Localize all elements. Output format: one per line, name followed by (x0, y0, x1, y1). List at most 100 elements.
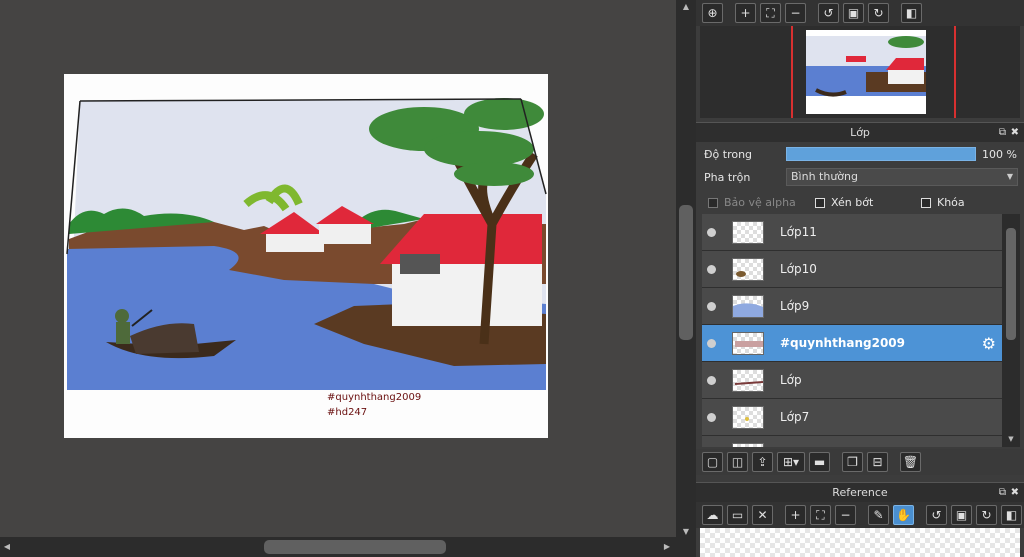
blend-mode-select[interactable]: Bình thường ▼ (786, 168, 1018, 186)
visibility-toggle-icon[interactable] (707, 376, 716, 385)
layer-thumbnail (732, 221, 764, 244)
trash-icon[interactable]: 🗑 (900, 452, 921, 472)
reset-view-icon[interactable]: ▣ (843, 3, 864, 23)
blend-mode-label: Pha trộn (704, 171, 751, 184)
gear-icon[interactable]: ⚙ (982, 334, 996, 353)
reference-view[interactable] (700, 528, 1020, 557)
zoom-out-icon[interactable]: − (785, 3, 806, 23)
protect-alpha-checkbox[interactable]: Bảo vệ alpha (708, 196, 796, 209)
rotate-right-icon[interactable]: ↻ (976, 505, 997, 525)
checkbox-box (921, 197, 931, 208)
scroll-right-arrow-icon[interactable]: ▶ (660, 540, 674, 554)
rotate-right-icon[interactable]: ↻ (868, 3, 889, 23)
import-layer-icon[interactable]: ⇪ (752, 452, 773, 472)
scroll-left-arrow-icon[interactable]: ◀ (0, 540, 14, 554)
close-icon[interactable]: ✕ (752, 505, 773, 525)
visibility-toggle-icon[interactable] (707, 228, 716, 237)
hand-tool-icon[interactable]: ✋ (893, 505, 914, 525)
reset-view-icon[interactable]: ▣ (951, 505, 972, 525)
layer-name: #quynhthang2009 (780, 336, 906, 350)
layer-row[interactable]: Lớp (702, 362, 1002, 399)
artwork-image (66, 98, 547, 390)
watermark-line2: #hd247 (327, 407, 368, 418)
upload-icon[interactable]: ☁ (702, 505, 723, 525)
layer-scroll-thumb[interactable] (1006, 228, 1016, 340)
layer-thumbnail (732, 443, 764, 447)
layer-thumbnail (732, 295, 764, 318)
close-panel-icon[interactable]: ✖ (1011, 123, 1019, 143)
clipping-label: Xén bớt (831, 196, 874, 209)
navigator-toolbar: ⊕ + ⛶ − ↺ ▣ ↻ ◧ (696, 0, 1024, 26)
flip-icon[interactable]: ◧ (901, 3, 922, 23)
reference-toolbar: ☁ ▭ ✕ + ⛶ − ✎ ✋ ↺ ▣ ↻ ◧ (696, 502, 1024, 528)
folder-icon[interactable]: ▬ (809, 452, 830, 472)
blend-mode-value: Bình thường (791, 170, 858, 183)
layer-name: Lớp9 (780, 299, 810, 313)
fit-window-icon[interactable]: ⛶ (810, 505, 831, 525)
close-panel-icon[interactable]: ✖ (1011, 483, 1019, 503)
checkbox-box (815, 197, 825, 208)
detach-panel-icon[interactable]: ⧉ (999, 483, 1006, 503)
layer-thumbnail (732, 369, 764, 392)
layer-row-partial[interactable] (702, 436, 1002, 447)
layer-row[interactable]: Lớp7 (702, 399, 1002, 436)
layers-panel-title: Lớp (850, 126, 870, 139)
flip-icon[interactable]: ◧ (1001, 505, 1022, 525)
layer-name: Lớp7 (780, 410, 810, 424)
layer-name: Lớp11 (780, 225, 817, 239)
layer-thumbnail (732, 406, 764, 429)
visibility-toggle-icon[interactable] (707, 413, 716, 422)
zoom-in-icon[interactable]: + (785, 505, 806, 525)
scroll-down-arrow-icon[interactable]: ▼ (1002, 435, 1020, 447)
layer-list[interactable]: Lớp11 Lớp10 Lớp9 #quynhthang2009 ⚙ Lớp L… (702, 214, 1002, 447)
drawing-canvas[interactable]: #quynhthang2009 #hd247 (64, 74, 548, 438)
eyedropper-icon[interactable]: ✎ (868, 505, 889, 525)
clipping-checkbox[interactable]: Xén bớt (815, 196, 873, 209)
new-raster-layer-icon[interactable]: ◫ (727, 452, 748, 472)
detach-panel-icon[interactable]: ⧉ (999, 123, 1006, 143)
protect-alpha-label: Bảo vệ alpha (724, 196, 796, 209)
visibility-toggle-icon[interactable] (707, 302, 716, 311)
layer-name: Lớp (780, 373, 802, 387)
duplicate-layer-icon[interactable]: ❐ (842, 452, 863, 472)
layer-row-selected[interactable]: #quynhthang2009 ⚙ (702, 325, 1002, 362)
canvas-horizontal-scrollbar[interactable]: ◀ ▶ (0, 537, 676, 557)
visibility-toggle-icon[interactable] (707, 265, 716, 274)
visibility-toggle-icon[interactable] (707, 339, 716, 348)
opacity-label: Độ trong (704, 148, 753, 161)
horizontal-scroll-thumb[interactable] (264, 540, 446, 554)
right-panel: ⊕ + ⛶ − ↺ ▣ ↻ ◧ Lớp ⧉ ✖ Độ trong 100 % P… (696, 0, 1024, 557)
layer-list-scrollbar[interactable]: ▼ (1002, 214, 1020, 447)
rotate-left-icon[interactable]: ↺ (926, 505, 947, 525)
add-layer-dropdown-icon[interactable]: ⊞▾ (777, 452, 805, 472)
lock-checkbox[interactable]: Khóa (921, 196, 965, 209)
new-layer-icon[interactable]: ▢ (702, 452, 723, 472)
zoom-fit-icon[interactable]: ⊕ (702, 3, 723, 23)
checkbox-box (708, 197, 718, 208)
open-folder-icon[interactable]: ▭ (727, 505, 748, 525)
layer-toolbar: ▢ ◫ ⇪ ⊞▾ ▬ ❐ ⊟ 🗑 (696, 449, 1024, 475)
opacity-value: 100 % (982, 148, 1017, 161)
layer-row[interactable]: Lớp10 (702, 251, 1002, 288)
zoom-out-icon[interactable]: − (835, 505, 856, 525)
scroll-up-arrow-icon[interactable]: ▲ (676, 0, 696, 14)
canvas-vertical-scrollbar[interactable]: ▲ ▼ (676, 0, 696, 557)
chevron-down-icon: ▼ (1006, 172, 1013, 181)
vertical-scroll-thumb[interactable] (679, 205, 693, 340)
navigator-preview[interactable] (700, 26, 1020, 118)
zoom-in-icon[interactable]: + (735, 3, 756, 23)
layer-row[interactable]: Lớp11 (702, 214, 1002, 251)
rotate-left-icon[interactable]: ↺ (818, 3, 839, 23)
layer-thumbnail (732, 332, 764, 355)
layer-row[interactable]: Lớp9 (702, 288, 1002, 325)
opacity-slider[interactable] (786, 147, 976, 161)
layers-panel-header: Lớp ⧉ ✖ (696, 122, 1024, 142)
navigator-thumbnail (806, 30, 926, 114)
fit-window-icon[interactable]: ⛶ (760, 3, 781, 23)
canvas-area[interactable]: #quynhthang2009 #hd247 (0, 0, 676, 537)
scroll-down-arrow-icon[interactable]: ▼ (676, 525, 696, 539)
reference-panel-header: Reference ⧉ ✖ (696, 482, 1024, 502)
lock-label: Khóa (937, 196, 965, 209)
reference-panel-title: Reference (832, 486, 888, 499)
merge-layer-icon[interactable]: ⊟ (867, 452, 888, 472)
